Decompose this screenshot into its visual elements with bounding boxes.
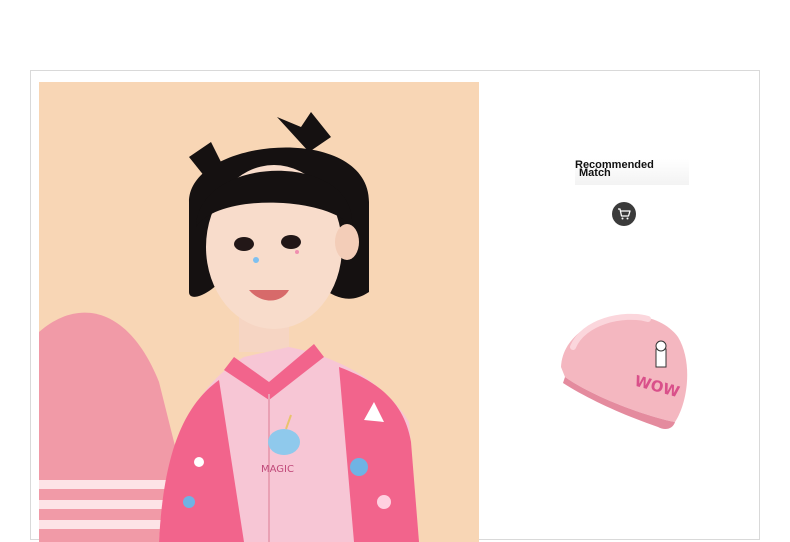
recommendation-panel: Recommended Match WOW [479,71,759,539]
model-photo: MAGIC [39,82,479,542]
cart-icon [618,208,631,220]
child-swimsuit-illustration: MAGIC [39,82,479,542]
recommended-label-line2: Match [579,167,611,179]
swim-cap-icon: WOW [561,313,688,430]
recommended-match-label: Recommended Match [575,159,689,185]
badge-text: MAGIC [261,464,294,475]
add-to-cart-button[interactable] [612,202,636,226]
swim-cap-product-image[interactable]: WOW [553,297,693,437]
product-card: MAGIC Recommended Match WOW [30,70,760,542]
